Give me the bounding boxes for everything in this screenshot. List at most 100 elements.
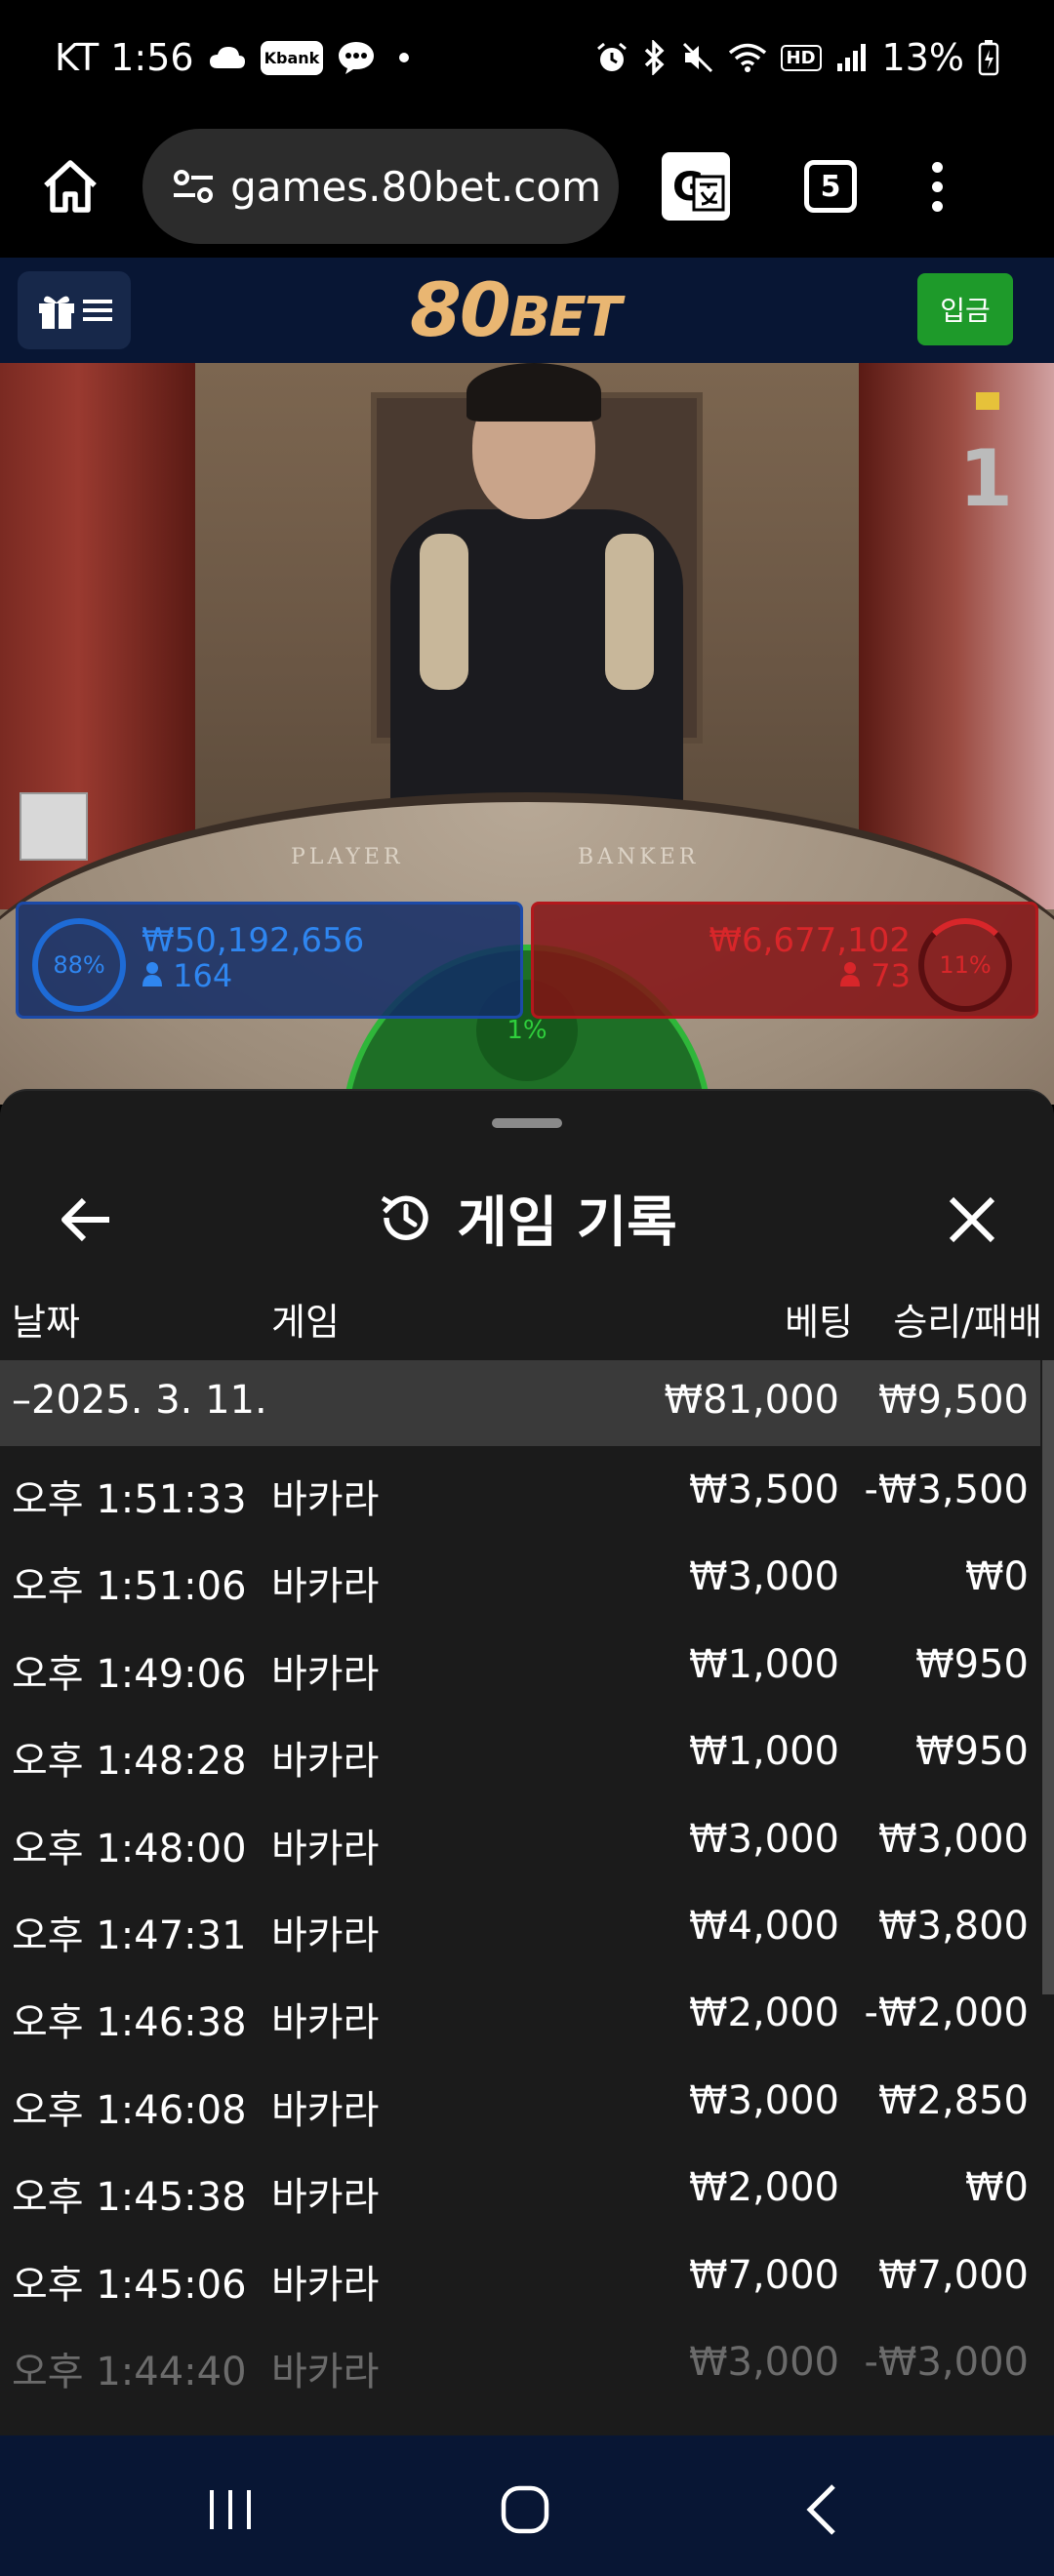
- table-row[interactable]: 오후 1:51:06 바카라 ₩3,000 ₩0: [0, 1533, 1040, 1620]
- address-bar[interactable]: games.80bet.com: [142, 129, 619, 244]
- row-winloss: ₩0: [965, 2165, 1029, 2211]
- weather-icon: [208, 43, 247, 72]
- status-right: HD 13%: [595, 36, 999, 79]
- gift-menu-button[interactable]: [18, 271, 131, 349]
- site-settings-icon[interactable]: [172, 167, 215, 206]
- browser-menu-button[interactable]: [927, 161, 947, 212]
- site-logo[interactable]: 80BET: [410, 267, 622, 361]
- row-time: 오후 1:49:06: [12, 1651, 247, 1697]
- hd-voice-icon: HD: [780, 44, 822, 71]
- col-date: 날짜: [12, 1301, 80, 1344]
- history-scrollbar[interactable]: [1042, 1360, 1054, 1994]
- back-button[interactable]: [47, 1181, 125, 1259]
- player-bettor-count: 164: [142, 957, 232, 994]
- tab-switcher-button[interactable]: 5: [804, 160, 857, 213]
- table-row[interactable]: 오후 1:46:38 바카라 ₩2,000 -₩2,000: [0, 1969, 1040, 2056]
- row-winloss: ₩0: [965, 1554, 1029, 1600]
- row-bet: ₩3,500: [688, 1468, 839, 1512]
- row-bet: ₩3,000: [688, 2339, 839, 2385]
- row-game: 바카라: [271, 1477, 380, 1522]
- table-label-banker: BANKER: [578, 845, 700, 869]
- home-icon: [44, 160, 97, 213]
- row-winloss: ₩7,000: [877, 2252, 1029, 2298]
- more-vert-dot: [931, 181, 943, 192]
- recents-button[interactable]: [191, 2471, 269, 2549]
- col-game: 게임: [271, 1301, 340, 1344]
- history-icon: [381, 1195, 428, 1240]
- row-winloss: ₩950: [915, 1729, 1029, 1775]
- row-bet: ₩3,000: [688, 2077, 839, 2123]
- row-game: 바카라: [271, 2349, 380, 2395]
- home-nav-button[interactable]: [486, 2471, 564, 2549]
- row-time: 오후 1:44:40: [12, 2349, 247, 2395]
- status-bar: KT 1:56 Kbank HD 13%: [0, 0, 1054, 115]
- gift-icon: [39, 296, 74, 329]
- system-nav-bar: [0, 2435, 1054, 2576]
- table-row[interactable]: 오후 1:48:28 바카라 ₩1,000 ₩950: [0, 1708, 1040, 1794]
- row-winloss: -₩2,000: [864, 1991, 1030, 2036]
- row-game: 바카라: [271, 1826, 380, 1872]
- sheet-drag-handle[interactable]: [492, 1118, 562, 1128]
- player-bet-area[interactable]: 88% ₩50,192,656 164: [16, 902, 523, 1019]
- table-row[interactable]: 오후 1:45:38 바카라 ₩2,000 ₩0: [0, 2144, 1040, 2231]
- row-game: 바카라: [271, 1912, 380, 1958]
- close-button[interactable]: [933, 1181, 1011, 1259]
- flag-icon: [976, 392, 999, 410]
- more-vert-dot: [931, 200, 943, 212]
- history-rows: 오후 1:51:33 바카라 ₩3,500 -₩3,500 오후 1:51:06 바카라…: [0, 1446, 1040, 2405]
- row-bet: ₩2,000: [688, 1991, 839, 2036]
- history-column-header: 날짜 게임 베팅 승리/패배: [0, 1292, 1054, 1370]
- table-row[interactable]: 오후 1:48:00 바카라 ₩3,000 ₩3,000: [0, 1795, 1040, 1882]
- live-video: PLAYER BANKER 1 1% 88% ₩50,192,656 164 ₩…: [0, 363, 1054, 1105]
- table-row[interactable]: 오후 1:47:31 바카라 ₩4,000 ₩3,800: [0, 1882, 1040, 1969]
- table-row[interactable]: 오후 1:45:06 바카라 ₩7,000 ₩7,000: [0, 2232, 1040, 2318]
- banker-count: 73: [871, 957, 911, 994]
- row-bet: ₩7,000: [688, 2252, 839, 2298]
- row-time: 오후 1:48:28: [12, 1739, 247, 1785]
- row-time: 오후 1:45:38: [12, 2175, 247, 2221]
- row-time: 오후 1:45:06: [12, 2262, 247, 2308]
- site-header: 80BET 입금: [0, 258, 1054, 363]
- home-circle-icon: [501, 2485, 549, 2534]
- day-summary-row[interactable]: –2025. 3. 11. ₩81,000 ₩9,500: [0, 1360, 1040, 1446]
- deposit-button[interactable]: 입금: [917, 273, 1013, 345]
- dealer-vest-left: [420, 534, 468, 690]
- row-winloss: ₩3,000: [877, 1816, 1029, 1862]
- row-time: 오후 1:51:33: [12, 1477, 247, 1522]
- sheet-header: 게임 기록: [0, 1169, 1054, 1267]
- row-time: 오후 1:46:38: [12, 2000, 247, 2046]
- arrow-left-icon: [61, 1197, 109, 1242]
- translate-button[interactable]: G: [662, 152, 730, 221]
- row-bet: ₩4,000: [688, 1903, 839, 1949]
- battery-percent: 13%: [881, 36, 964, 79]
- day-bet-total: ₩81,000: [664, 1378, 839, 1423]
- message-icon: [337, 40, 376, 75]
- row-bet: ₩1,000: [688, 1641, 839, 1687]
- table-row[interactable]: 오후 1:51:33 바카라 ₩3,500 -₩3,500: [0, 1446, 1040, 1533]
- home-button[interactable]: [29, 145, 111, 227]
- row-game: 바카라: [271, 1739, 380, 1785]
- row-bet: ₩3,000: [688, 1816, 839, 1862]
- table-row[interactable]: 오후 1:46:08 바카라 ₩3,000 ₩2,850: [0, 2057, 1040, 2144]
- row-game: 바카라: [271, 1564, 380, 1610]
- row-game: 바카라: [271, 2175, 380, 2221]
- bluetooth-icon: [642, 40, 668, 75]
- day-date: –2025. 3. 11.: [12, 1378, 267, 1423]
- dealer-vest-right: [605, 534, 654, 690]
- row-game: 바카라: [271, 2087, 380, 2133]
- close-icon: [949, 1196, 995, 1243]
- banker-bet-area[interactable]: ₩6,677,102 73 11%: [531, 902, 1038, 1019]
- table-row[interactable]: 오후 1:49:06 바카라 ₩1,000 ₩950: [0, 1621, 1040, 1708]
- row-winloss: -₩3,000: [864, 2339, 1030, 2385]
- row-winloss: ₩2,850: [877, 2077, 1029, 2123]
- table-row[interactable]: 오후 1:44:40 바카라 ₩3,000 -₩3,000: [0, 2318, 1040, 2405]
- battery-charging-icon: [978, 39, 999, 76]
- row-time: 오후 1:48:00: [12, 1826, 247, 1872]
- player-count: 164: [173, 957, 233, 994]
- back-nav-button[interactable]: [783, 2471, 861, 2549]
- hamburger-icon: [83, 300, 112, 321]
- row-bet: ₩2,000: [688, 2165, 839, 2211]
- status-left: KT 1:56 Kbank: [55, 36, 410, 79]
- row-winloss: -₩3,500: [864, 1468, 1030, 1512]
- row-time: 오후 1:51:06: [12, 1564, 247, 1610]
